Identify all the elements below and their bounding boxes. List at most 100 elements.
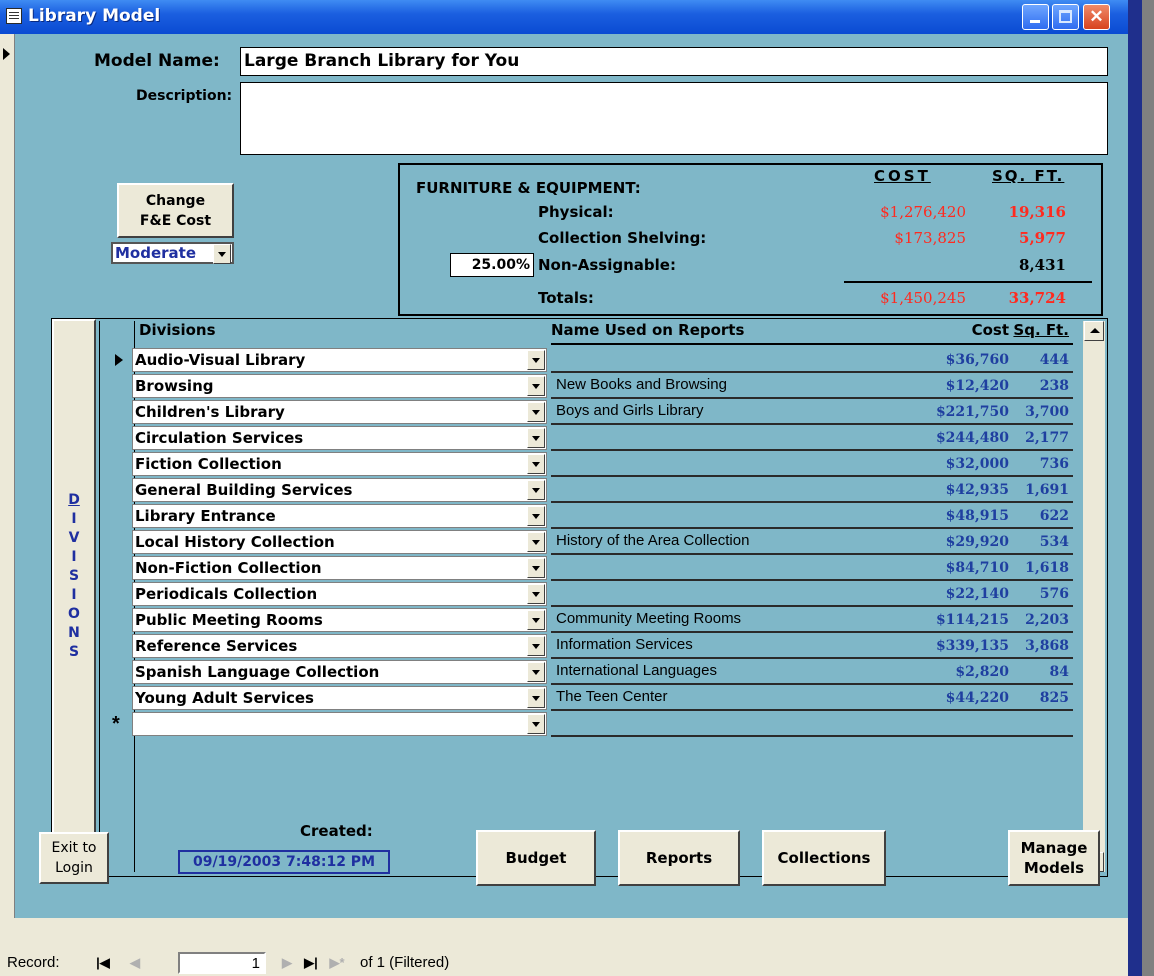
description-input[interactable] [240, 82, 1108, 155]
divisions-tab-letter: N [68, 625, 80, 641]
dropdown-arrow-icon[interactable] [527, 454, 545, 474]
table-row[interactable]: Periodicals Collection $22,140 576 [99, 581, 1081, 607]
division-combo[interactable]: Public Meeting Rooms [132, 608, 547, 632]
exit-to-login-button[interactable]: Exit to Login [39, 832, 109, 884]
dropdown-arrow-icon[interactable] [527, 506, 545, 526]
close-button[interactable]: ✕ [1083, 4, 1110, 30]
header-divider [551, 343, 1073, 345]
division-name: Fiction Collection [135, 455, 282, 473]
dropdown-arrow-icon[interactable] [527, 662, 545, 682]
dropdown-arrow-icon[interactable] [527, 610, 545, 630]
table-row[interactable]: Circulation Services $244,480 2,177 [99, 425, 1081, 451]
table-row[interactable]: Spanish Language Collection International… [99, 659, 1081, 685]
division-combo[interactable]: Non-Fiction Collection [132, 556, 547, 580]
table-row[interactable]: Reference Services Information Services $3… [99, 633, 1081, 659]
cost-cell: $339,135 [935, 638, 1009, 654]
report-name-cell[interactable] [551, 581, 896, 607]
report-name-cell[interactable]: History of the Area Collection [551, 529, 896, 555]
report-name-cell[interactable]: The Teen Center [551, 685, 896, 711]
title-bar[interactable]: Library Model ✕ [0, 0, 1128, 34]
divisions-tab[interactable]: DIVISIONS [52, 319, 96, 872]
dropdown-arrow-icon[interactable] [527, 584, 545, 604]
previous-record-icon[interactable]: ◀ [124, 953, 146, 973]
model-name-label: Model Name: [94, 51, 220, 71]
scroll-up-icon[interactable] [1084, 321, 1104, 341]
dropdown-arrow-icon[interactable] [527, 402, 545, 422]
report-name-cell[interactable] [551, 451, 896, 477]
division-combo[interactable]: Young Adult Services [132, 686, 547, 710]
table-row[interactable]: Public Meeting Rooms Community Meeting Ro… [99, 607, 1081, 633]
window-title: Library Model [28, 6, 161, 26]
reports-button[interactable]: Reports [618, 830, 740, 886]
division-combo[interactable]: Fiction Collection [132, 452, 547, 476]
division-combo[interactable]: Periodicals Collection [132, 582, 547, 606]
minimize-button[interactable] [1022, 4, 1049, 30]
report-name-cell[interactable]: Boys and Girls Library [551, 399, 896, 425]
manage-models-button[interactable]: Manage Models [1008, 830, 1100, 886]
last-record-icon[interactable]: ▶| [300, 953, 322, 973]
dropdown-arrow-icon[interactable] [527, 532, 545, 552]
grid-scrollbar[interactable] [1083, 321, 1105, 872]
division-combo[interactable]: Library Entrance [132, 504, 547, 528]
division-name: Periodicals Collection [135, 585, 318, 603]
cost-cell: $22,140 [945, 586, 1009, 602]
report-name-cell[interactable]: International Languages [551, 659, 896, 685]
report-name-cell[interactable]: New Books and Browsing [551, 373, 896, 399]
division-combo[interactable]: Audio-Visual Library [132, 348, 547, 372]
report-name-cell[interactable]: Community Meeting Rooms [551, 607, 896, 633]
report-name-cell[interactable] [551, 503, 896, 529]
dropdown-arrow-icon[interactable] [527, 558, 545, 578]
change-fe-cost-button[interactable]: Change F&E Cost [117, 183, 234, 238]
table-row[interactable]: General Building Services $42,935 1,691 [99, 477, 1081, 503]
table-row[interactable]: Fiction Collection $32,000 736 [99, 451, 1081, 477]
table-row[interactable]: Children's Library Boys and Girls Library… [99, 399, 1081, 425]
dropdown-arrow-icon[interactable] [527, 688, 545, 708]
cost-cell: $48,915 [945, 508, 1009, 524]
maximize-button[interactable] [1052, 4, 1079, 30]
current-record-input[interactable]: 1 [178, 952, 266, 974]
budget-button[interactable]: Budget [476, 830, 596, 886]
table-row[interactable]: Local History Collection History of the A… [99, 529, 1081, 555]
table-row[interactable]: Non-Fiction Collection $84,710 1,618 [99, 555, 1081, 581]
sqft-cell: 3,700 [1025, 404, 1069, 420]
record-selector[interactable] [0, 34, 15, 918]
table-row[interactable]: Library Entrance $48,915 622 [99, 503, 1081, 529]
report-name-cell[interactable] [551, 347, 896, 373]
division-combo[interactable]: Spanish Language Collection [132, 660, 547, 684]
report-name-cell[interactable]: Information Services [551, 633, 896, 659]
table-row[interactable]: Young Adult Services The Teen Center $44,2… [99, 685, 1081, 711]
division-combo[interactable]: Circulation Services [132, 426, 547, 450]
division-name: General Building Services [135, 481, 353, 499]
collections-button[interactable]: Collections [762, 830, 886, 886]
model-name-input[interactable]: Large Branch Library for You [240, 47, 1108, 76]
new-record-icon[interactable]: ▶* [326, 953, 348, 973]
dropdown-arrow-icon[interactable] [527, 376, 545, 396]
dropdown-arrow-icon[interactable] [527, 480, 545, 500]
report-name-cell[interactable] [551, 425, 896, 451]
division-combo[interactable]: Reference Services [132, 634, 547, 658]
division-combo[interactable] [132, 712, 547, 736]
division-combo[interactable]: Children's Library [132, 400, 547, 424]
dropdown-arrow-icon[interactable] [527, 636, 545, 656]
fe-level-dropdown-icon[interactable] [213, 244, 231, 264]
division-combo[interactable]: Local History Collection [132, 530, 547, 554]
new-record-row[interactable]: * [99, 711, 1081, 737]
report-name-cell[interactable] [551, 555, 896, 581]
table-row[interactable]: Audio-Visual Library $36,760 444 [99, 347, 1081, 373]
first-record-icon[interactable]: |◀ [92, 953, 114, 973]
cost-cell: $42,935 [945, 482, 1009, 498]
non-assignable-percent-input[interactable]: 25.00% [450, 253, 534, 277]
furniture-equipment-panel: FURNITURE & EQUIPMENT: COST SQ. FT. Phys… [398, 163, 1103, 316]
fe-level-select[interactable]: Moderate [111, 242, 234, 264]
table-row[interactable]: Browsing New Books and Browsing $12,420 238 [99, 373, 1081, 399]
dropdown-arrow-icon[interactable] [527, 428, 545, 448]
cost-cell: $29,920 [945, 534, 1009, 550]
divisions-tab-letter: I [71, 587, 77, 603]
division-combo[interactable]: General Building Services [132, 478, 547, 502]
division-combo[interactable]: Browsing [132, 374, 547, 398]
dropdown-arrow-icon[interactable] [527, 350, 545, 370]
dropdown-arrow-icon[interactable] [527, 714, 545, 734]
next-record-icon[interactable]: ▶ [276, 953, 298, 973]
divisions-header: Divisions [139, 321, 216, 339]
report-name-cell[interactable] [551, 477, 896, 503]
